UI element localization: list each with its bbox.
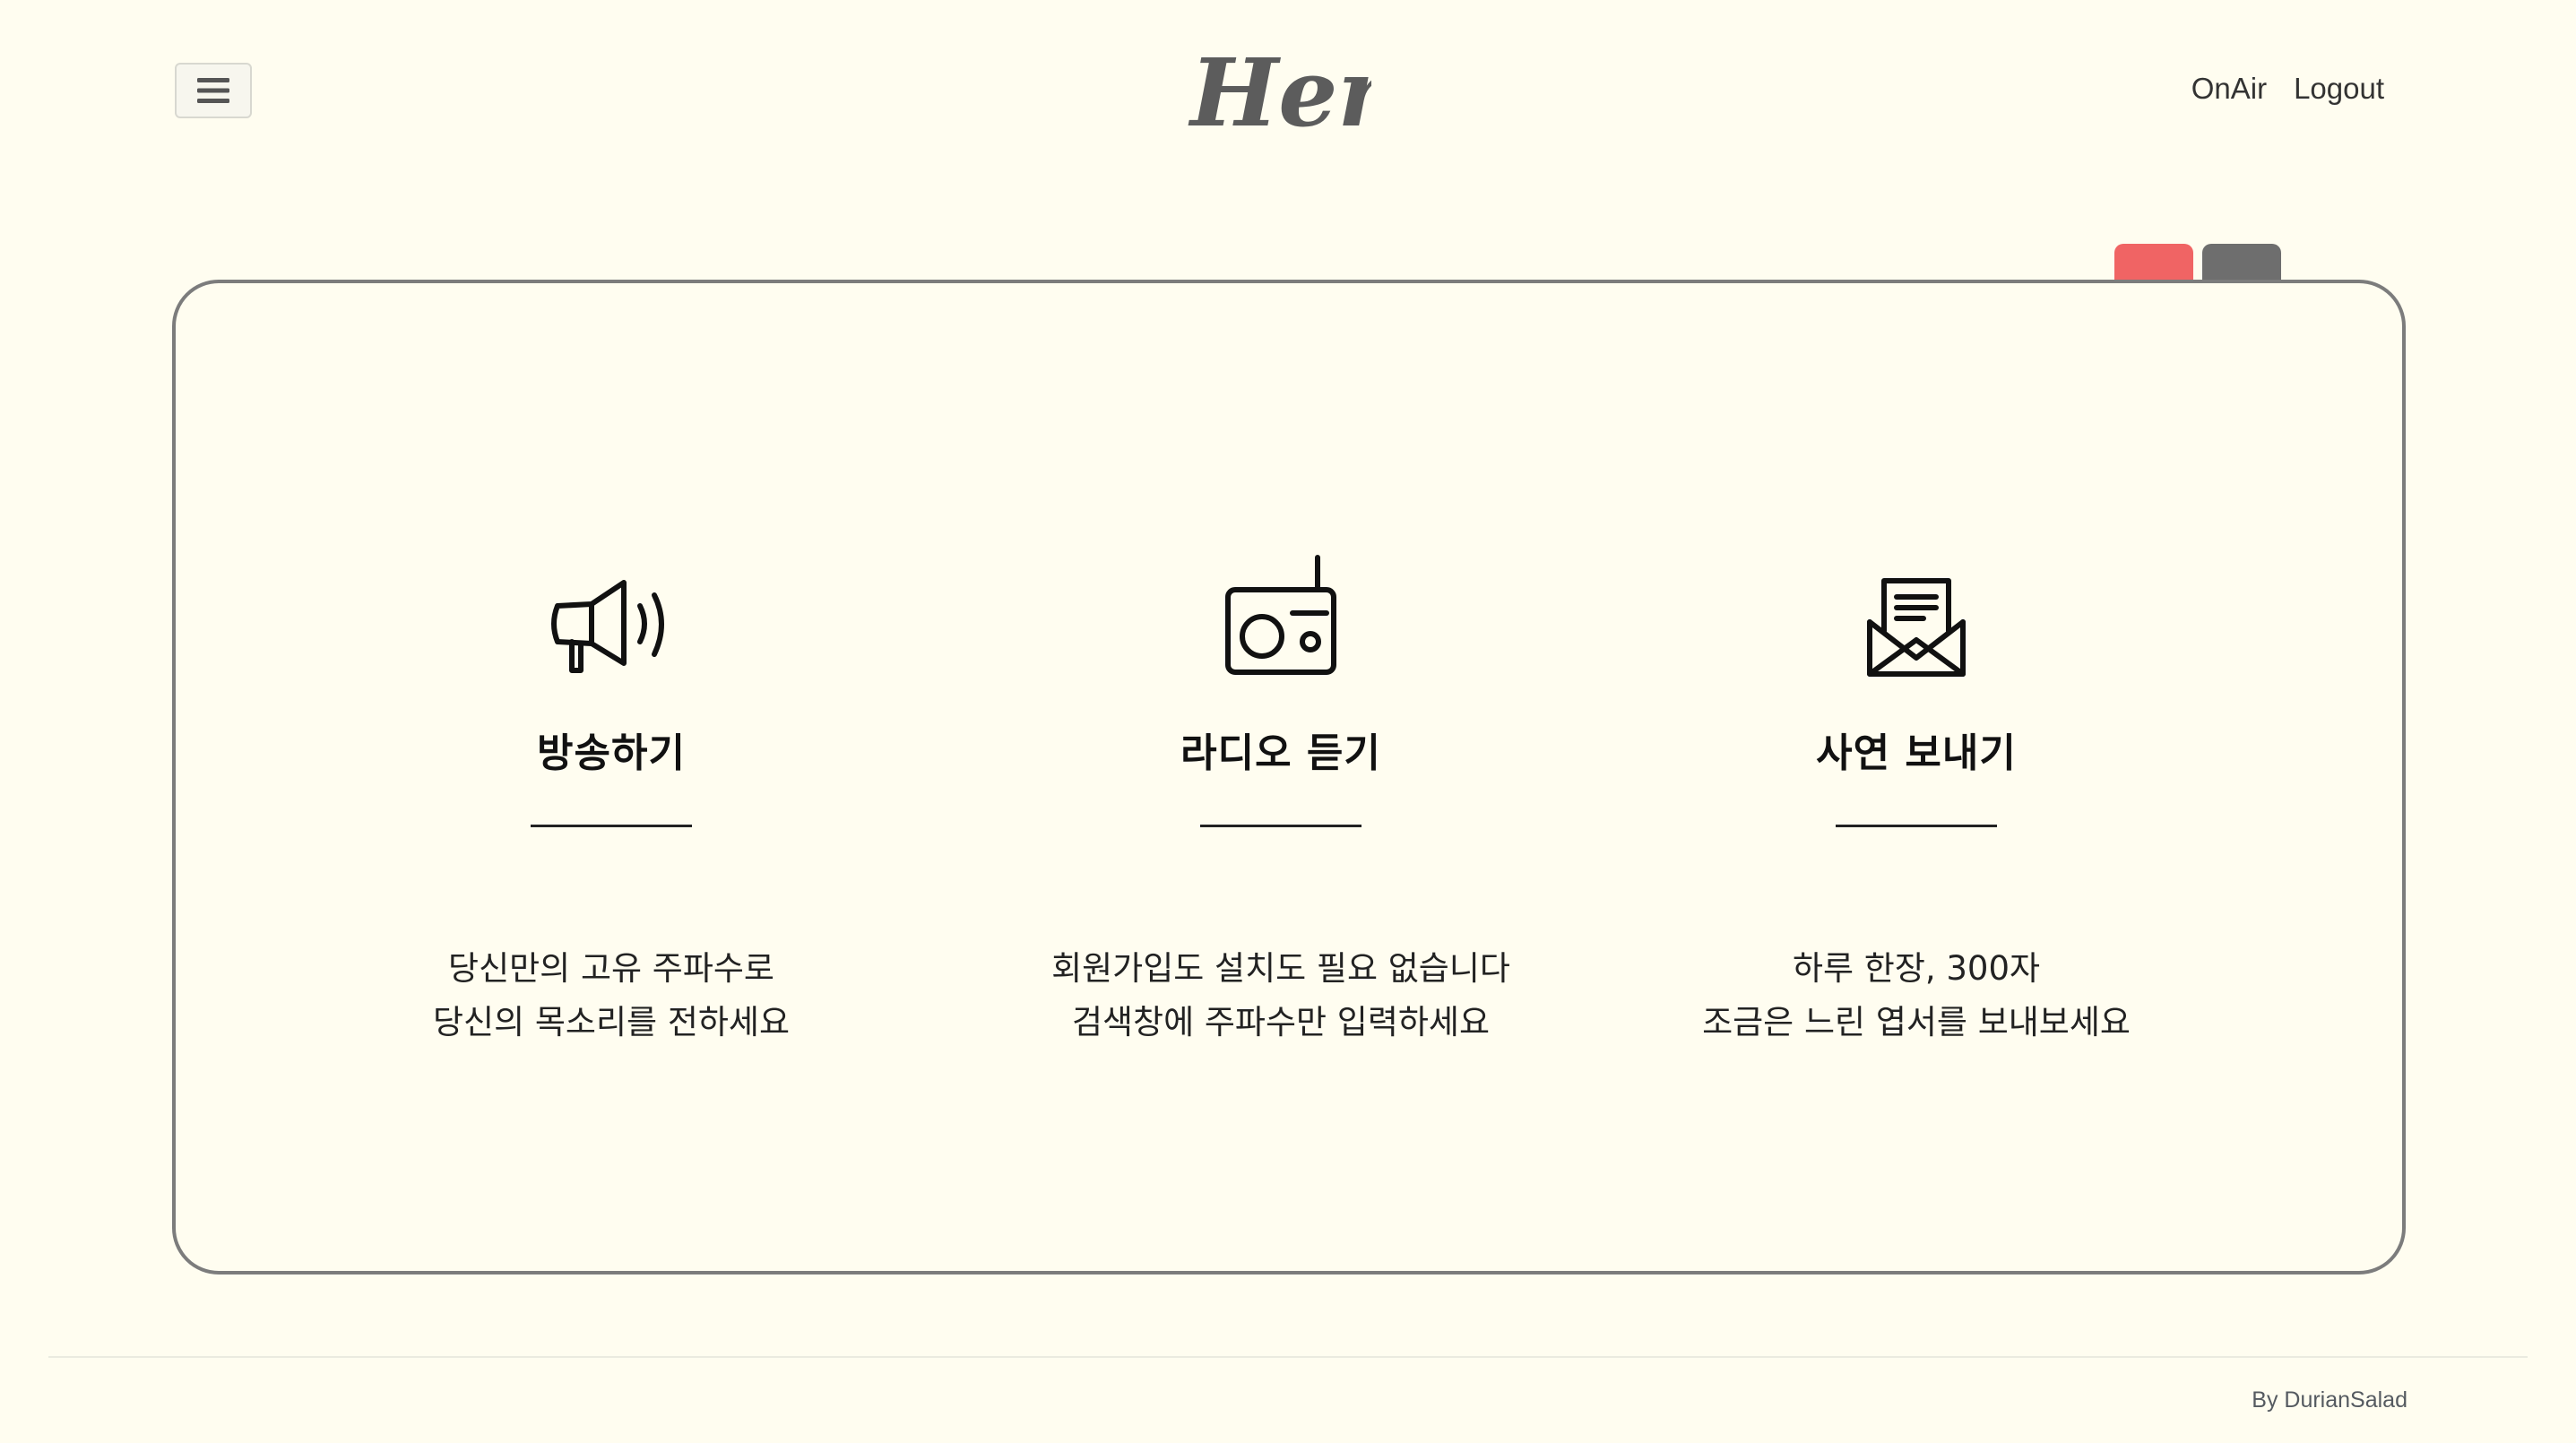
feature-desc-line: 당신의 목소리를 전하세요 — [433, 1003, 790, 1041]
nav-link-onair[interactable]: OnAir — [2191, 72, 2267, 106]
feature-title: 사연 보내기 — [1816, 730, 2017, 776]
feature-desc-line: 검색창에 주파수만 입력하세요 — [1071, 1003, 1491, 1041]
divider — [1200, 825, 1361, 827]
divider — [531, 825, 692, 827]
tab-gray[interactable] — [2202, 244, 2281, 281]
feature-title: 방송하기 — [537, 730, 686, 776]
megaphone-icon — [551, 580, 664, 673]
nav-link-logout[interactable]: Logout — [2294, 72, 2384, 106]
envelope-letter-icon — [1867, 578, 1966, 677]
feature-desc-line: 조금은 느린 엽서를 보내보세요 — [1702, 1003, 2131, 1041]
feature-desc-line: 하루 한장, 300자 — [1792, 949, 2041, 988]
feature-desc-line: 회원가입도 설치도 필요 없습니다 — [1051, 949, 1510, 988]
footer-divider — [48, 1356, 2528, 1358]
tab-red[interactable] — [2114, 244, 2193, 281]
feature-desc-line: 당신만의 고유 주파수로 — [448, 949, 774, 988]
feature-description: 하루 한장, 300자 조금은 느린 엽서를 보내보세요 — [1603, 942, 2230, 1050]
top-nav: OnAir Logout — [2191, 72, 2384, 106]
logo[interactable]: Hertz — [1183, 27, 1371, 152]
divider — [1836, 825, 1997, 827]
logo-text: Hertz — [1188, 38, 1371, 148]
feature-description: 회원가입도 설치도 필요 없습니다 검색창에 주파수만 입력하세요 — [967, 942, 1595, 1050]
feature-description: 당신만의 고유 주파수로 당신의 목소리를 전하세요 — [298, 942, 925, 1050]
menu-button[interactable] — [175, 63, 252, 118]
feature-icon-wrap — [298, 518, 925, 679]
feature-broadcast[interactable]: 방송하기 당신만의 고유 주파수로 당신의 목소리를 전하세요 — [298, 518, 925, 1050]
feature-letter[interactable]: 사연 보내기 하루 한장, 300자 조금은 느린 엽서를 보내보세요 — [1603, 518, 2230, 1050]
radio-icon — [1225, 555, 1336, 675]
hamburger-menu-icon — [197, 78, 229, 103]
page: Hertz OnAir Logout 방송하기 당신만의 고유 주파수로 — [0, 0, 2576, 1443]
feature-icon-wrap — [1603, 518, 2230, 679]
feature-title: 라디오 듣기 — [1180, 730, 1381, 776]
feature-icon-wrap — [967, 518, 1595, 679]
feature-listen[interactable]: 라디오 듣기 회원가입도 설치도 필요 없습니다 검색창에 주파수만 입력하세요 — [967, 518, 1595, 1050]
footer-credit: By DurianSalad — [2252, 1387, 2407, 1413]
